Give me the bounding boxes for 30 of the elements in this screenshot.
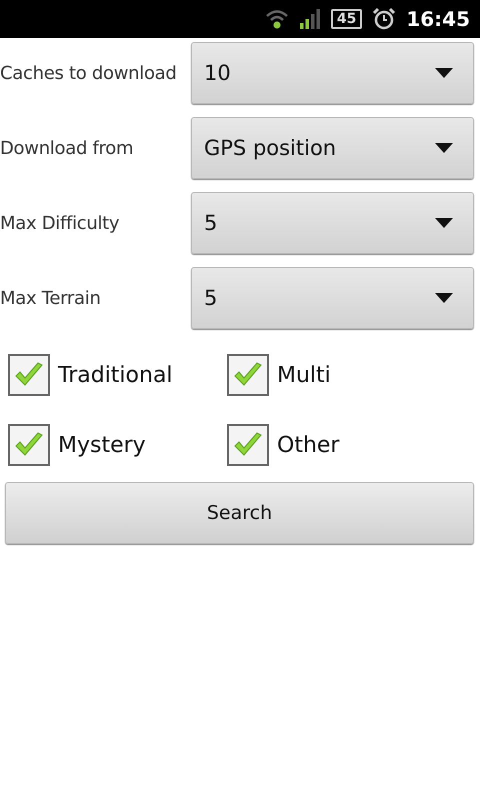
field-label: Caches to download bbox=[0, 62, 178, 84]
dropdown-arrow-icon bbox=[435, 293, 453, 303]
clock-time: 16:45 bbox=[406, 7, 470, 31]
alarm-clock-icon bbox=[372, 7, 396, 31]
checkbox-option[interactable]: Traditional bbox=[8, 354, 227, 396]
checkbox[interactable] bbox=[227, 354, 269, 396]
dropdown[interactable]: GPS position bbox=[191, 117, 474, 179]
checkbox[interactable] bbox=[8, 354, 50, 396]
check-icon bbox=[14, 362, 44, 388]
checkbox-option[interactable]: Multi bbox=[227, 354, 480, 396]
checkbox-option[interactable]: Other bbox=[227, 424, 480, 466]
dropdown[interactable]: 5 bbox=[191, 192, 474, 254]
field-label: Max Difficulty bbox=[0, 212, 120, 234]
signal-icon bbox=[298, 9, 321, 29]
dropdown[interactable]: 10 bbox=[191, 42, 474, 104]
search-button[interactable]: Search bbox=[5, 482, 474, 544]
checkbox-option[interactable]: Mystery bbox=[8, 424, 227, 466]
field-label: Download from bbox=[0, 138, 134, 158]
dropdown-arrow-icon bbox=[435, 218, 453, 228]
dropdown-arrow-icon bbox=[435, 143, 453, 153]
field-label: Max Terrain bbox=[0, 288, 102, 308]
checkbox[interactable] bbox=[8, 424, 50, 466]
dropdown[interactable]: 5 bbox=[191, 267, 474, 329]
check-icon bbox=[14, 432, 44, 458]
check-icon bbox=[233, 432, 263, 458]
wifi-icon bbox=[264, 8, 289, 30]
check-icon bbox=[233, 362, 263, 388]
dropdown-arrow-icon bbox=[435, 68, 453, 78]
battery-level: 45 bbox=[330, 9, 362, 29]
checkbox[interactable] bbox=[227, 424, 269, 466]
